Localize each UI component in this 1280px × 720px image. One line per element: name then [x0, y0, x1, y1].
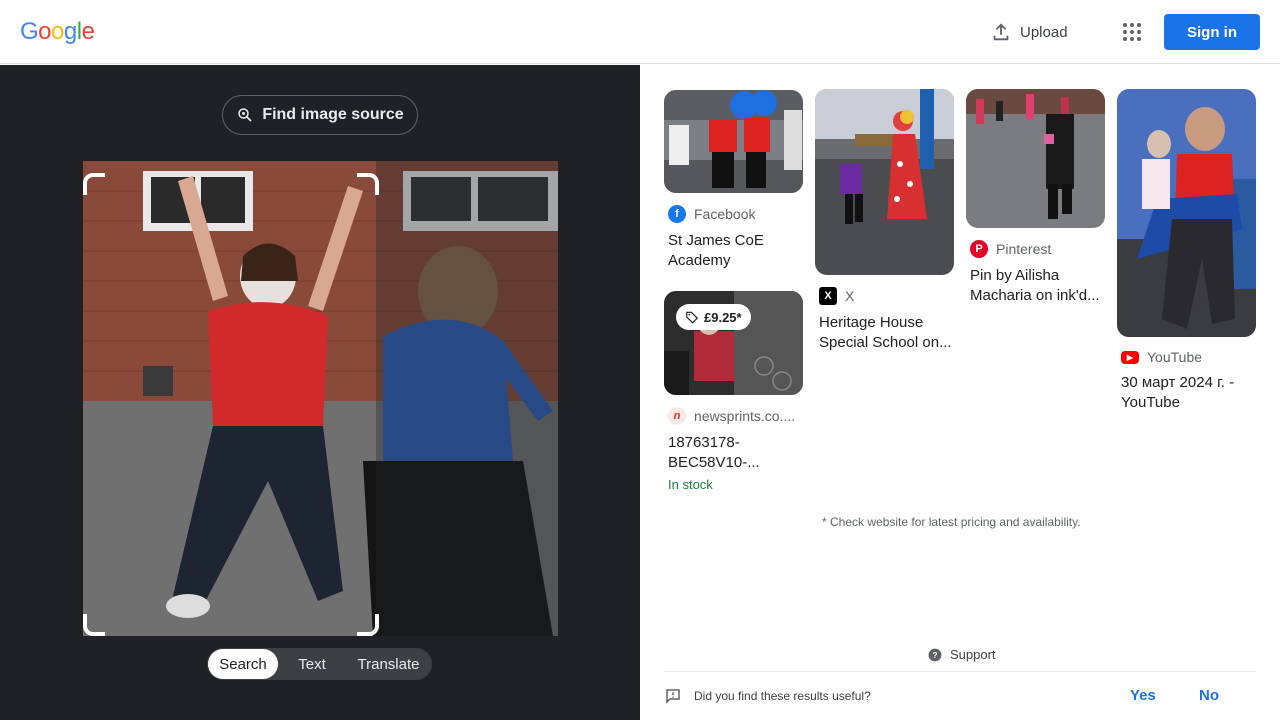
result-title-line: 18763178-: [668, 434, 740, 451]
result-title[interactable]: St James CoE Academy: [664, 231, 803, 271]
result-title-line: Special School on...: [819, 334, 952, 351]
result-title-line: Academy: [668, 252, 731, 269]
apps-grid-icon[interactable]: [1120, 20, 1144, 44]
sign-in-button[interactable]: Sign in: [1164, 14, 1260, 50]
crop-handle-top-right[interactable]: [357, 173, 379, 195]
logo-letter: G: [20, 18, 39, 45]
newsprints-icon: n: [668, 407, 686, 425]
result-card[interactable]: £9.25* n newsprints.co.... 18763178- BEC…: [664, 291, 803, 492]
upload-icon: [993, 23, 1009, 41]
mode-search-tab[interactable]: Search: [208, 649, 278, 679]
pinterest-icon: P: [970, 240, 988, 258]
logo-letter: o: [51, 18, 64, 45]
result-thumbnail[interactable]: [815, 89, 954, 275]
google-logo[interactable]: Google: [20, 18, 95, 46]
visual-matches-panel: f Facebook St James CoE Academy £9.25* n…: [640, 65, 1280, 720]
mode-text-tab[interactable]: Text: [278, 649, 346, 679]
upload-label: Upload: [1020, 23, 1068, 41]
query-image-panel: Find image source Search Text Translate: [0, 65, 640, 720]
result-title-line: BEC58V10-...: [668, 454, 760, 471]
crop-handle-top-left[interactable]: [83, 173, 105, 195]
svg-text:?: ?: [933, 650, 938, 659]
logo-letter: e: [81, 18, 95, 45]
result-source: Facebook: [694, 206, 756, 222]
result-thumbnail[interactable]: [664, 90, 803, 193]
result-title[interactable]: 30 март 2024 г. - YouTube: [1117, 373, 1256, 413]
facebook-icon: f: [668, 205, 686, 223]
logo-letter: o: [38, 18, 52, 45]
divider: [664, 671, 1256, 672]
feedback-bar: Did you find these results useful? Yes N…: [664, 685, 1264, 707]
result-title-line: 30 март 2024 г. -: [1121, 374, 1235, 391]
stock-status: In stock: [668, 477, 713, 492]
result-title-line: Pin by Ailisha: [970, 267, 1060, 284]
pricing-note: * Check website for latest pricing and a…: [822, 515, 1081, 529]
support-label: Support: [950, 647, 996, 662]
result-card[interactable]: P Pinterest Pin by Ailisha Macharia on i…: [966, 89, 1105, 306]
upload-button[interactable]: Upload: [990, 18, 1068, 46]
result-title-line: Macharia on ink'd...: [970, 287, 1100, 304]
lens-search-icon: [238, 108, 252, 122]
mode-switcher: Search Text Translate: [207, 648, 432, 680]
outside-crop-shade: [376, 161, 558, 636]
support-link[interactable]: ? Support: [928, 647, 996, 662]
top-bar: Google Upload Sign in: [0, 0, 1280, 64]
result-thumbnail[interactable]: [966, 89, 1105, 228]
result-thumbnail[interactable]: £9.25*: [664, 291, 803, 395]
mode-translate-tab[interactable]: Translate: [346, 649, 431, 679]
find-image-source-button[interactable]: Find image source: [222, 95, 418, 135]
query-photo[interactable]: [83, 161, 558, 636]
result-title-line: Heritage House: [819, 314, 924, 331]
logo-letter: g: [63, 18, 77, 45]
youtube-icon: ▶: [1121, 350, 1139, 364]
result-card[interactable]: X X Heritage House Special School on...: [815, 89, 954, 353]
price-tag-icon: [686, 311, 699, 324]
find-image-source-label: Find image source: [262, 106, 404, 123]
feedback-no-button[interactable]: No: [1199, 687, 1219, 704]
price-badge: £9.25*: [676, 304, 751, 330]
result-card[interactable]: f Facebook St James CoE Academy: [664, 90, 803, 271]
result-title[interactable]: Pin by Ailisha Macharia on ink'd...: [966, 266, 1105, 306]
result-title[interactable]: Heritage House Special School on...: [815, 313, 954, 353]
feedback-yes-button[interactable]: Yes: [1130, 687, 1156, 704]
x-icon: X: [819, 287, 837, 305]
result-source: YouTube: [1147, 349, 1203, 365]
result-card[interactable]: ▶ YouTube 30 март 2024 г. - YouTube: [1117, 89, 1256, 413]
feedback-icon: [666, 689, 680, 704]
price-value: £9.25*: [704, 309, 742, 325]
result-title-line: YouTube: [1121, 394, 1180, 411]
help-icon: ?: [928, 648, 942, 661]
feedback-question: Did you find these results useful?: [694, 689, 871, 703]
result-source: Pinterest: [996, 241, 1052, 257]
crop-handle-bottom-right[interactable]: [357, 614, 379, 636]
result-title[interactable]: 18763178- BEC58V10-...: [664, 433, 803, 473]
result-source: X: [845, 288, 855, 304]
crop-handle-bottom-left[interactable]: [83, 614, 105, 636]
result-thumbnail[interactable]: [1117, 89, 1256, 337]
result-title-line: St James CoE: [668, 232, 764, 249]
result-source: newsprints.co....: [694, 408, 796, 424]
